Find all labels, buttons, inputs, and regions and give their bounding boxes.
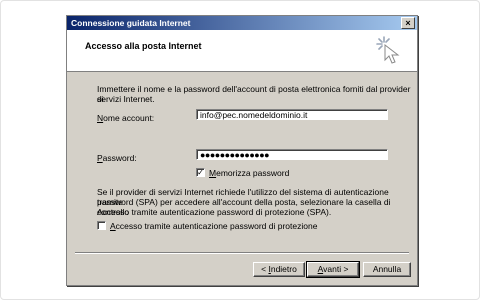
close-button[interactable]: × [401, 17, 415, 29]
remember-password-checkbox[interactable]: ✓ [196, 168, 205, 177]
next-button[interactable]: Avanti > [306, 261, 360, 278]
spa-text-line3: Accesso tramite autenticazione password … [97, 207, 332, 217]
close-icon: × [405, 18, 411, 28]
password-label-text: assword: [102, 153, 137, 163]
intro-text-line2: servizi Internet. [97, 94, 155, 104]
wizard-dialog: Connessione guidata Internet × Accesso a… [66, 15, 418, 286]
wizard-header: Accesso alla posta Internet [67, 30, 417, 72]
remember-password-label[interactable]: Memorizza password [209, 168, 289, 178]
account-input[interactable]: info@pec.nomedeldominio.it [196, 109, 388, 120]
check-icon: ✓ [197, 168, 204, 177]
window-title: Connessione guidata Internet [71, 18, 191, 28]
back-button[interactable]: < Indietro [253, 262, 305, 277]
cancel-button[interactable]: Annulla [363, 262, 411, 277]
spa-checkbox-label[interactable]: Accesso tramite autenticazione password … [110, 221, 317, 231]
account-label: Nome account: [97, 113, 155, 123]
title-bar[interactable]: Connessione guidata Internet × [67, 16, 417, 30]
wizard-icon [376, 36, 400, 64]
password-input[interactable]: ●●●●●●●●●●●●●● [196, 149, 388, 160]
account-label-text: ome account: [103, 113, 155, 123]
password-label: Password: [97, 153, 137, 163]
footer-divider [75, 252, 409, 254]
page-title: Accesso alla posta Internet [85, 41, 202, 51]
spa-checkbox[interactable] [97, 221, 106, 230]
